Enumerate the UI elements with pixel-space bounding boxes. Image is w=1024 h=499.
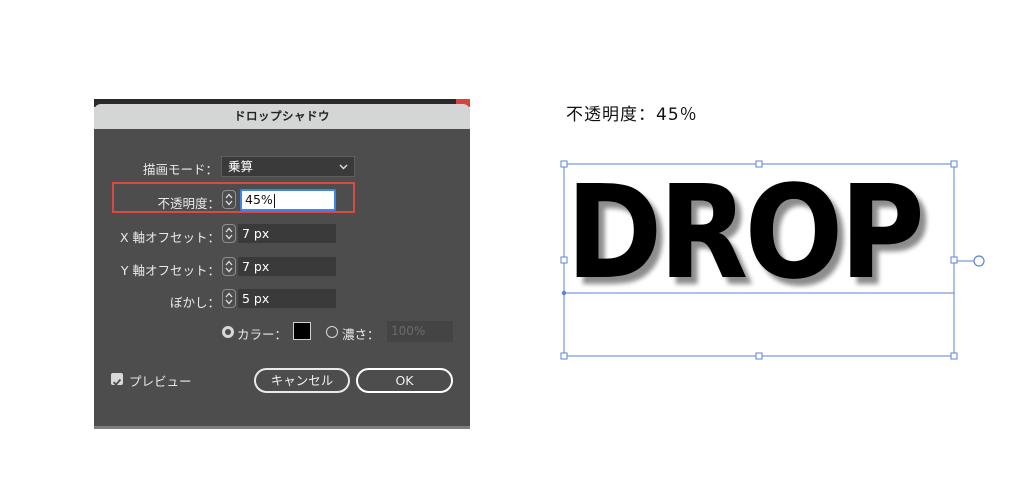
resize-handle[interactable]: [950, 256, 958, 264]
resize-handle[interactable]: [560, 256, 568, 264]
resize-handle[interactable]: [560, 352, 568, 360]
anchor-point[interactable]: [561, 290, 567, 296]
selection-bounding-box[interactable]: [0, 0, 1024, 499]
resize-handle[interactable]: [950, 352, 958, 360]
resize-handle[interactable]: [755, 160, 763, 168]
resize-handle[interactable]: [950, 160, 958, 168]
resize-handle[interactable]: [755, 352, 763, 360]
rotate-handle-icon[interactable]: [973, 255, 985, 267]
resize-handle[interactable]: [560, 160, 568, 168]
